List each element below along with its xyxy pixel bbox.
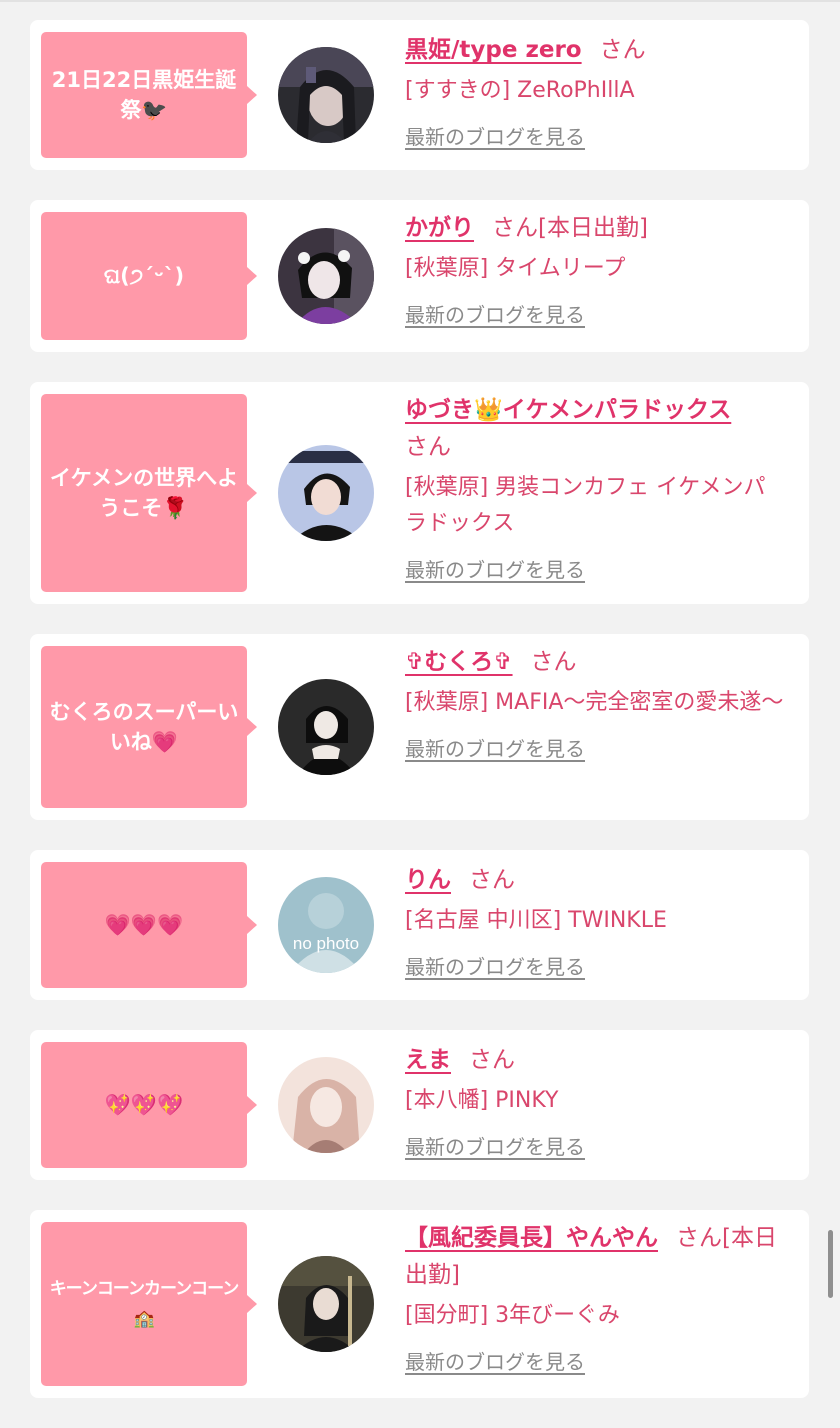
honorific-label: さん [599, 37, 646, 63]
top-divider [0, 0, 840, 2]
honorific-label: さん [469, 867, 515, 893]
honorific-label: さん [530, 649, 577, 675]
comment-bubble: 💖💖💖 [41, 1042, 257, 1168]
cast-name-link[interactable]: 黒姫/type zero [405, 37, 582, 63]
cast-name-link[interactable]: かがり [405, 215, 474, 241]
avatar[interactable]: no photo [278, 877, 374, 973]
comment-text: むくろのスーパーいいね💗 [49, 700, 239, 754]
cast-name-link[interactable]: ゆづき👑イケメンパラドックス [405, 397, 731, 423]
cast-card: ଘ(੭ˊᵕˋ) かがり さん[本日出勤] [秋葉原] タイムリープ 最新のブログを… [30, 200, 809, 352]
shop-label: [秋葉原] MAFIA〜完全密室の愛未遂〜 [405, 690, 784, 715]
avatar[interactable] [278, 1057, 374, 1153]
shop-label: [本八幡] PINKY [405, 1088, 559, 1113]
latest-blog-link[interactable]: 最新のブログを見る [405, 121, 585, 150]
cast-name-link[interactable]: りん [405, 867, 451, 893]
cast-card: キーンコーンカーンコーン🏫 【風紀委員長】やんやん さん[本日出勤] [国分町] … [30, 1210, 809, 1398]
comment-bubble: 💗💗💗 [41, 862, 257, 988]
shop-label: [秋葉原] 男装コンカフェ イケメンパラドックス [405, 475, 766, 536]
comment-text: 21日22日黒姫生誕祭🐦‍⬛ [51, 68, 237, 122]
latest-blog-link[interactable]: 最新のブログを見る [405, 299, 585, 328]
comment-bubble: 21日22日黒姫生誕祭🐦‍⬛ [41, 32, 257, 158]
shop-label: [名古屋 中川区] TWINKLE [405, 908, 667, 933]
latest-blog-link[interactable]: 最新のブログを見る [405, 951, 585, 980]
cast-name-link[interactable]: 【風紀委員長】やんやん [405, 1225, 658, 1251]
latest-blog-link[interactable]: 最新のブログを見る [405, 1346, 585, 1375]
avatar[interactable] [278, 679, 374, 775]
cast-card: 21日22日黒姫生誕祭🐦‍⬛ 黒姫/type zero さん [すすきの] ZeR… [30, 20, 809, 170]
scrollbar[interactable] [828, 1230, 833, 1298]
cast-card: 💖💖💖 えま さん [本八幡] PINKY 最新のブログを見る [30, 1030, 809, 1180]
comment-text: イケメンの世界へようこそ🌹 [49, 466, 239, 520]
cast-card: イケメンの世界へようこそ🌹 ゆづき👑イケメンパラドックス さん [秋葉原] 男装コ… [30, 382, 809, 604]
comment-text: 💗💗💗 [104, 913, 184, 937]
latest-blog-link[interactable]: 最新のブログを見る [405, 554, 585, 583]
comment-text: キーンコーンカーンコーン🏫 [49, 1279, 240, 1329]
no-photo-label: no photo [293, 934, 359, 953]
cast-name-link[interactable]: えま [405, 1047, 451, 1073]
latest-blog-link[interactable]: 最新のブログを見る [405, 1131, 585, 1160]
shop-label: [国分町] 3年びーぐみ [405, 1303, 620, 1328]
avatar[interactable] [278, 228, 374, 324]
comment-text: ଘ(੭ˊᵕˋ) [103, 264, 185, 288]
avatar[interactable] [278, 1256, 374, 1352]
avatar[interactable] [278, 47, 374, 143]
avatar[interactable] [278, 445, 374, 541]
comment-text: 💖💖💖 [104, 1093, 184, 1117]
cast-card: むくろのスーパーいいね💗 ✞むくろ✞ さん [秋葉原] MAFIA〜完全密室の愛未… [30, 634, 809, 820]
honorific-label: さん [405, 434, 451, 460]
shop-label: [秋葉原] タイムリープ [405, 256, 626, 281]
honorific-label: さん [469, 1047, 515, 1073]
latest-blog-link[interactable]: 最新のブログを見る [405, 733, 585, 762]
comment-bubble: イケメンの世界へようこそ🌹 [41, 394, 257, 592]
honorific-label: さん[本日出勤] [492, 215, 648, 241]
comment-bubble: むくろのスーパーいいね💗 [41, 646, 257, 808]
comment-bubble: ଘ(੭ˊᵕˋ) [41, 212, 257, 340]
shop-label: [すすきの] ZeRoPhIllA [405, 78, 635, 103]
comment-bubble: キーンコーンカーンコーン🏫 [41, 1222, 257, 1386]
cast-name-link[interactable]: ✞むくろ✞ [405, 649, 513, 675]
cast-card: 💗💗💗 no photo りん さん [名古屋 中川区] TWINKLE 最新のブ… [30, 850, 809, 1000]
